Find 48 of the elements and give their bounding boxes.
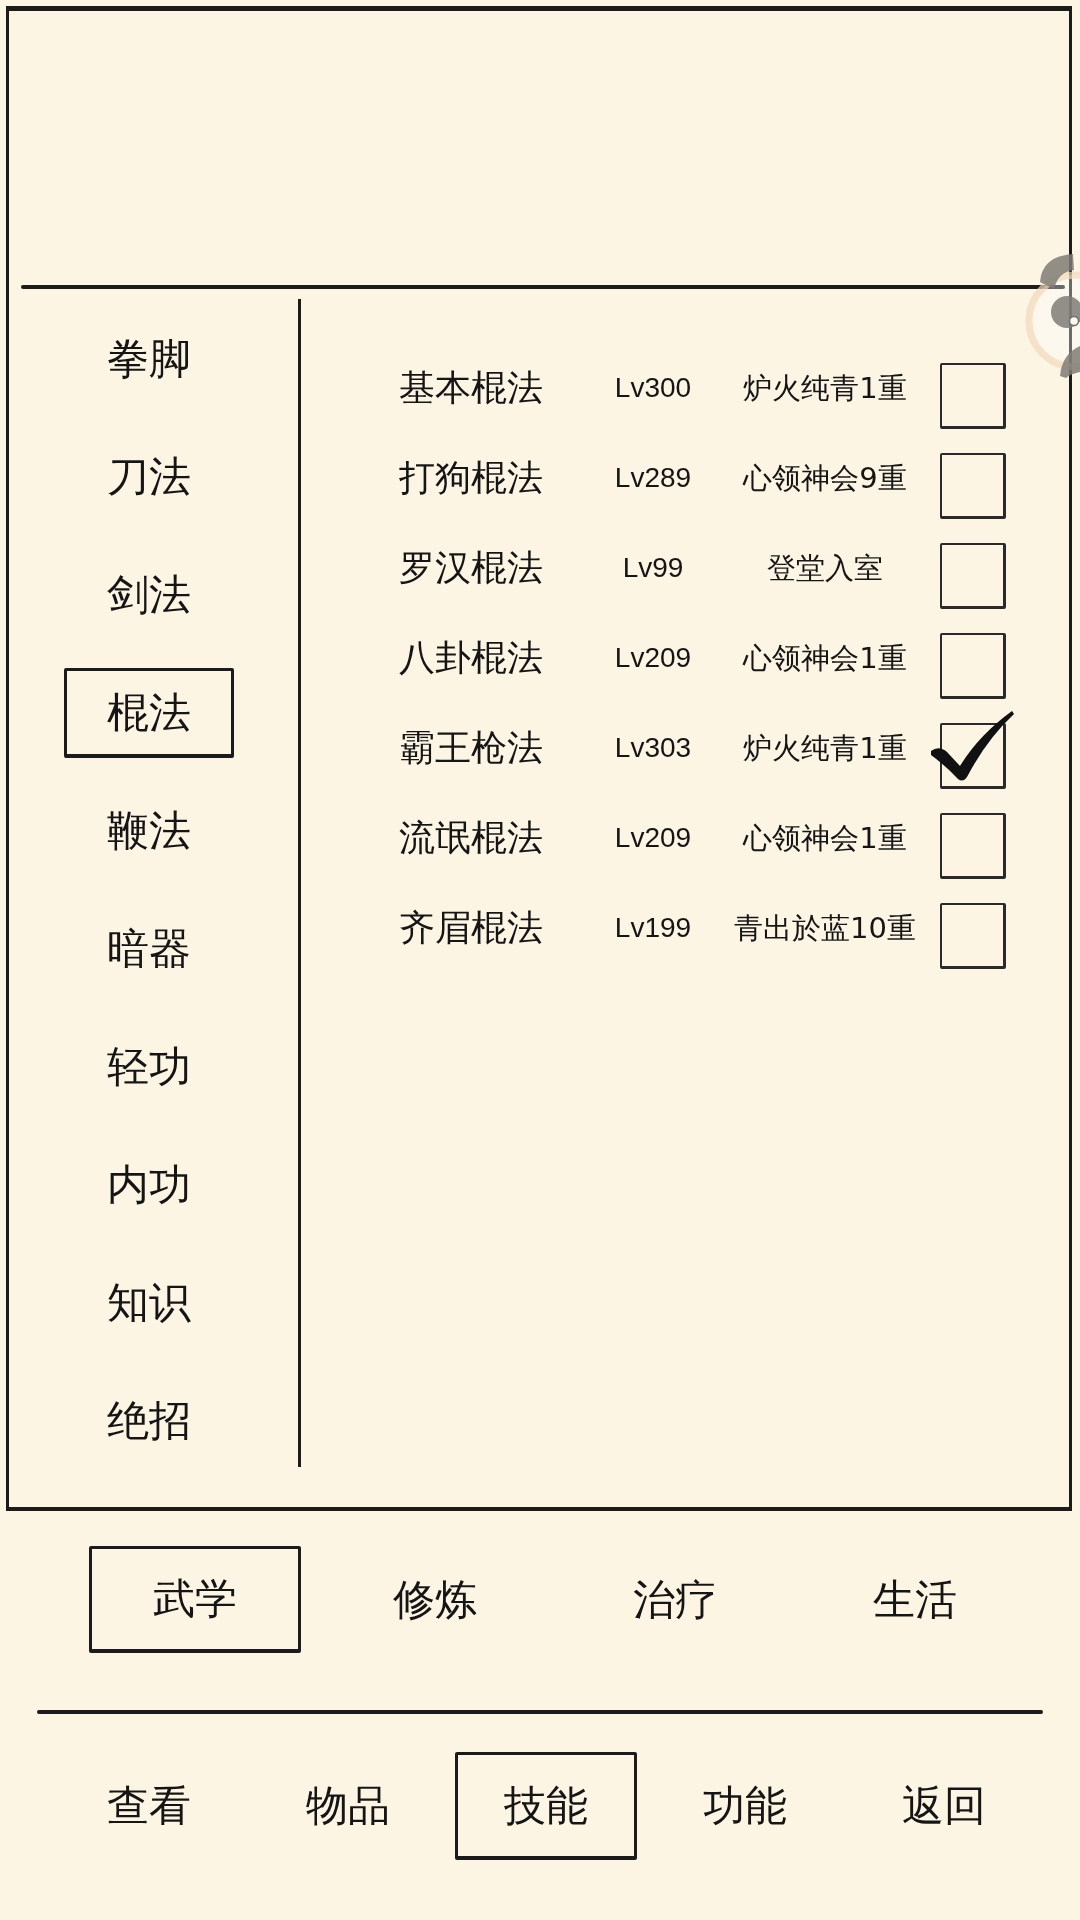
checkbox[interactable] — [931, 711, 1014, 789]
category-tab[interactable]: 轻功 — [106, 1042, 191, 1092]
skill-level: Lv289 — [614, 461, 692, 495]
skill-stage: 青出於蓝10重 — [734, 910, 916, 946]
skill-stage: 炉火纯青1重 — [743, 370, 907, 406]
nav-button[interactable]: 功能 — [703, 1781, 788, 1831]
nav-button[interactable]: 查看 — [107, 1781, 192, 1831]
skill-stage: 登堂入室 — [767, 550, 883, 586]
section-tab[interactable]: 武学 — [89, 1546, 301, 1653]
category-tab[interactable]: 暗器 — [106, 924, 191, 974]
section-tab[interactable]: 生活 — [873, 1574, 957, 1625]
skill-stage: 心领神会1重 — [743, 640, 907, 676]
check-icon — [931, 711, 1014, 782]
skill-name: 八卦棍法 — [399, 636, 543, 680]
skill-name: 齐眉棍法 — [399, 906, 543, 950]
skill-stage: 炉火纯青1重 — [743, 730, 907, 766]
checkbox[interactable] — [940, 363, 1006, 429]
nav-button[interactable]: 返回 — [901, 1781, 986, 1831]
skill-level: Lv209 — [614, 821, 692, 855]
skill-name: 打狗棍法 — [399, 456, 543, 500]
skill-name: 罗汉棍法 — [399, 546, 543, 590]
category-tab[interactable]: 知识 — [106, 1278, 191, 1328]
skill-level: Lv303 — [614, 731, 692, 765]
nav-button[interactable]: 物品 — [305, 1781, 390, 1831]
skill-level: Lv300 — [614, 371, 692, 405]
skill-name: 霸王枪法 — [399, 726, 543, 770]
category-tab[interactable]: 拳脚 — [106, 334, 191, 384]
category-tab[interactable]: 内功 — [106, 1160, 191, 1210]
category-tab[interactable]: 鞭法 — [106, 806, 191, 856]
category-tab[interactable]: 绝招 — [106, 1396, 191, 1446]
category-tab[interactable]: 棍法 — [63, 668, 234, 758]
skill-name: 流氓棍法 — [399, 816, 543, 860]
skill-level: Lv99 — [622, 551, 684, 585]
section-tab[interactable]: 治疗 — [633, 1574, 717, 1625]
checkbox[interactable] — [940, 543, 1006, 609]
checkbox[interactable] — [940, 903, 1006, 969]
skill-stage: 心领神会1重 — [743, 820, 907, 856]
checkbox[interactable] — [940, 633, 1006, 699]
skill-level: Lv199 — [614, 911, 692, 945]
checkbox[interactable] — [940, 813, 1006, 879]
section-tab[interactable]: 修炼 — [393, 1574, 477, 1625]
nav-button[interactable]: 技能 — [455, 1752, 638, 1860]
skill-name: 基本棍法 — [399, 366, 543, 410]
checkbox[interactable] — [940, 453, 1006, 519]
skill-stage: 心领神会9重 — [743, 460, 907, 496]
skill-level: Lv209 — [614, 641, 692, 675]
category-tab[interactable]: 剑法 — [106, 570, 191, 620]
category-tab[interactable]: 刀法 — [106, 452, 191, 502]
